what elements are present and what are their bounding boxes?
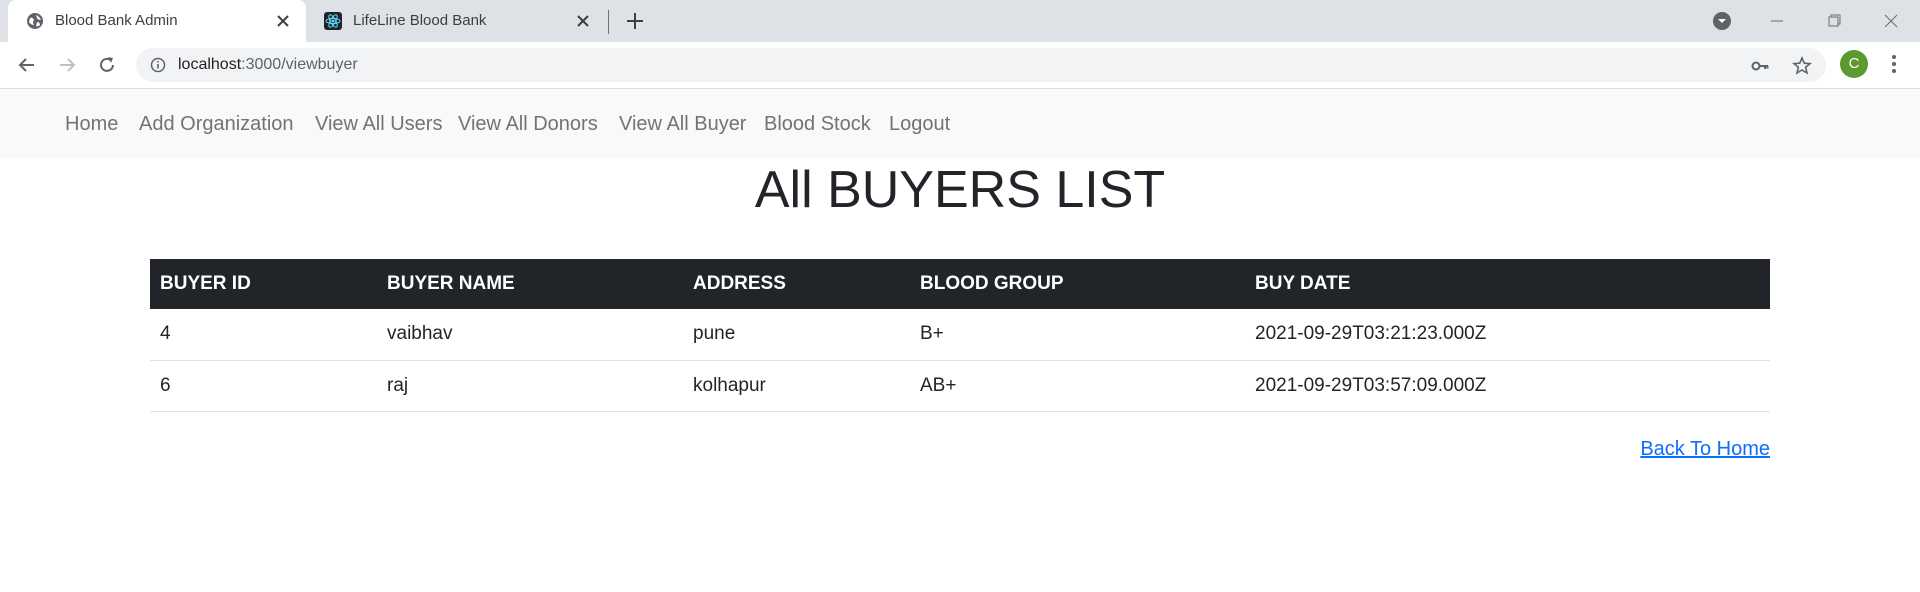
browser-toolbar: localhost:3000/viewbuyer C	[0, 42, 1920, 89]
url-host: localhost	[178, 56, 242, 73]
column-header-buyer-id: BUYER ID	[150, 259, 377, 309]
browser-tab-strip: Blood Bank Admin LifeLine Blood Bank	[0, 0, 1920, 42]
cell-address: pune	[683, 309, 910, 361]
cell-buyer-id: 4	[150, 309, 377, 361]
minimize-icon[interactable]	[1763, 8, 1791, 34]
cell-buy-date: 2021-09-29T03:21:23.000Z	[1245, 309, 1770, 361]
page-title: All BUYERS LIST	[754, 161, 1166, 219]
column-header-address: ADDRESS	[683, 259, 910, 309]
forward-arrow-icon[interactable]	[55, 53, 79, 77]
close-icon[interactable]	[274, 12, 292, 30]
new-tab-plus-icon[interactable]	[624, 10, 646, 32]
react-icon	[324, 12, 342, 30]
column-header-blood-group: BLOOD GROUP	[910, 259, 1245, 309]
tab-search-chevron-icon[interactable]	[1708, 8, 1736, 34]
back-to-home-link[interactable]: Back To Home	[1640, 438, 1770, 461]
cell-buyer-name: vaibhav	[377, 309, 683, 361]
nav-link-home[interactable]: Home	[65, 113, 118, 136]
profile-avatar[interactable]: C	[1840, 50, 1868, 78]
info-icon[interactable]	[150, 57, 166, 73]
cell-buyer-name: raj	[377, 360, 683, 412]
reload-icon[interactable]	[95, 53, 119, 77]
table-header-row: BUYER ID BUYER NAME ADDRESS BLOOD GROUP …	[150, 259, 1770, 309]
more-vert-icon[interactable]	[1882, 52, 1906, 76]
app-navbar: Home Add Organization View All Users Vie…	[0, 89, 1920, 158]
address-bar[interactable]: localhost:3000/viewbuyer	[136, 48, 1826, 82]
table-row: 6 raj kolhapur AB+ 2021-09-29T03:57:09.0…	[150, 360, 1770, 412]
nav-link-view-all-donors[interactable]: View All Donors	[458, 113, 598, 136]
key-icon[interactable]	[1750, 56, 1770, 76]
restore-icon[interactable]	[1820, 8, 1848, 34]
tab-title: Blood Bank Admin	[55, 12, 178, 29]
nav-link-add-organization[interactable]: Add Organization	[139, 113, 294, 136]
cell-buyer-id: 6	[150, 360, 377, 412]
tab-separator	[608, 10, 609, 34]
cell-buy-date: 2021-09-29T03:57:09.000Z	[1245, 360, 1770, 412]
nav-link-view-all-users[interactable]: View All Users	[315, 113, 442, 136]
nav-link-view-all-buyer[interactable]: View All Buyer	[619, 113, 746, 136]
column-header-buy-date: BUY DATE	[1245, 259, 1770, 309]
url-text: localhost:3000/viewbuyer	[178, 56, 358, 74]
tab-title: LifeLine Blood Bank	[353, 12, 487, 29]
tab-blood-bank-admin[interactable]: Blood Bank Admin	[8, 0, 306, 42]
cell-blood-group: AB+	[910, 360, 1245, 412]
window-close-icon[interactable]	[1877, 8, 1905, 34]
url-path: :3000/viewbuyer	[241, 56, 358, 73]
buyers-table: BUYER ID BUYER NAME ADDRESS BLOOD GROUP …	[150, 259, 1770, 412]
nav-link-blood-stock[interactable]: Blood Stock	[764, 113, 871, 136]
back-arrow-icon[interactable]	[15, 53, 39, 77]
nav-link-logout[interactable]: Logout	[889, 113, 950, 136]
tab-lifeline-blood-bank[interactable]: LifeLine Blood Bank	[306, 0, 606, 42]
close-icon[interactable]	[574, 12, 592, 30]
cell-address: kolhapur	[683, 360, 910, 412]
star-icon[interactable]	[1792, 56, 1812, 76]
cell-blood-group: B+	[910, 309, 1245, 361]
column-header-buyer-name: BUYER NAME	[377, 259, 683, 309]
table-row: 4 vaibhav pune B+ 2021-09-29T03:21:23.00…	[150, 309, 1770, 361]
globe-icon	[27, 13, 43, 29]
